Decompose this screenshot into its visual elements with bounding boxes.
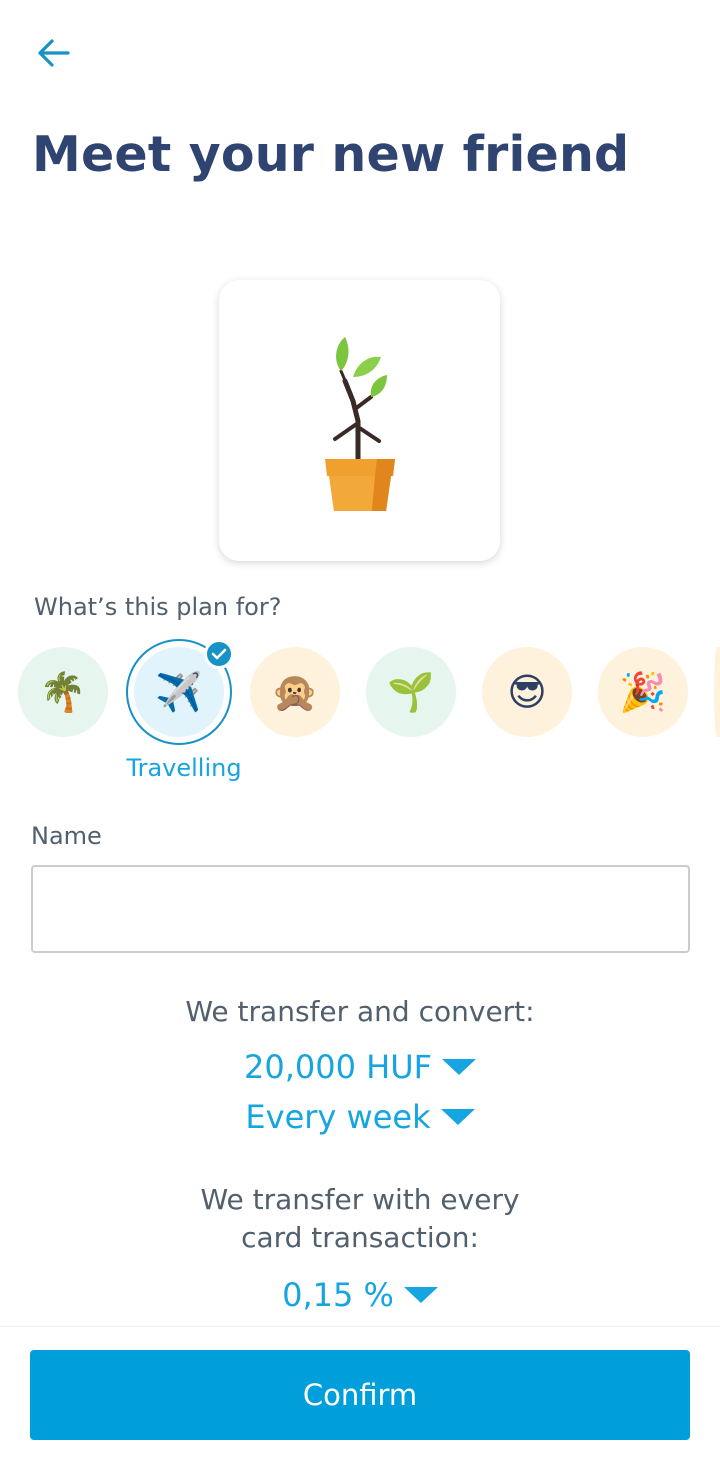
amount-value: 20,000 HUF xyxy=(243,1048,433,1086)
category-seedling[interactable]: 🌱 xyxy=(366,647,456,737)
frequency-dropdown[interactable]: Every week xyxy=(0,1098,720,1136)
dropdown-arrow-icon xyxy=(442,1059,477,1075)
frequency-value: Every week xyxy=(245,1098,431,1136)
category-palm-tree[interactable]: 🌴 xyxy=(18,647,108,737)
category-travelling[interactable]: ✈️ xyxy=(126,639,234,745)
plan-purpose-question: What’s this plan for? xyxy=(34,593,282,621)
palm-tree-icon: 🌴 xyxy=(39,670,87,714)
card-transfer-heading: We transfer with every card transaction: xyxy=(0,1181,720,1257)
category-sunglasses[interactable]: 😎 xyxy=(482,647,572,737)
category-party[interactable]: 🎉 xyxy=(598,647,688,737)
selected-category-label: Travelling xyxy=(126,754,242,782)
check-icon xyxy=(204,639,234,669)
amount-dropdown[interactable]: 20,000 HUF xyxy=(0,1048,720,1086)
arrow-left-icon xyxy=(38,39,70,67)
page-title: Meet your new friend xyxy=(32,126,630,183)
dropdown-arrow-icon xyxy=(440,1109,475,1125)
airplane-icon: ✈️ xyxy=(155,670,203,714)
plan-image-card[interactable] xyxy=(219,280,500,561)
back-button[interactable] xyxy=(30,30,76,76)
confirm-button[interactable]: Confirm xyxy=(30,1350,690,1440)
card-transfer-heading-line1: We transfer with every xyxy=(200,1183,520,1216)
dropdown-arrow-icon xyxy=(403,1287,438,1303)
percent-dropdown[interactable]: 0,15 % xyxy=(0,1276,720,1314)
seedling-icon: 🌱 xyxy=(387,670,435,714)
party-popper-icon: 🎉 xyxy=(619,670,667,714)
name-input[interactable] xyxy=(31,865,690,953)
name-label: Name xyxy=(31,822,102,850)
monkey-icon: 🙊 xyxy=(271,670,319,714)
transfer-heading: We transfer and convert: xyxy=(185,995,535,1028)
card-transfer-heading-line2: card transaction: xyxy=(241,1221,479,1254)
sunglasses-face-icon: 😎 xyxy=(507,670,547,714)
percent-value: 0,15 % xyxy=(282,1276,394,1314)
category-next-partial[interactable] xyxy=(714,647,720,737)
category-monkey[interactable]: 🙊 xyxy=(250,647,340,737)
potted-plant-icon xyxy=(324,336,395,511)
